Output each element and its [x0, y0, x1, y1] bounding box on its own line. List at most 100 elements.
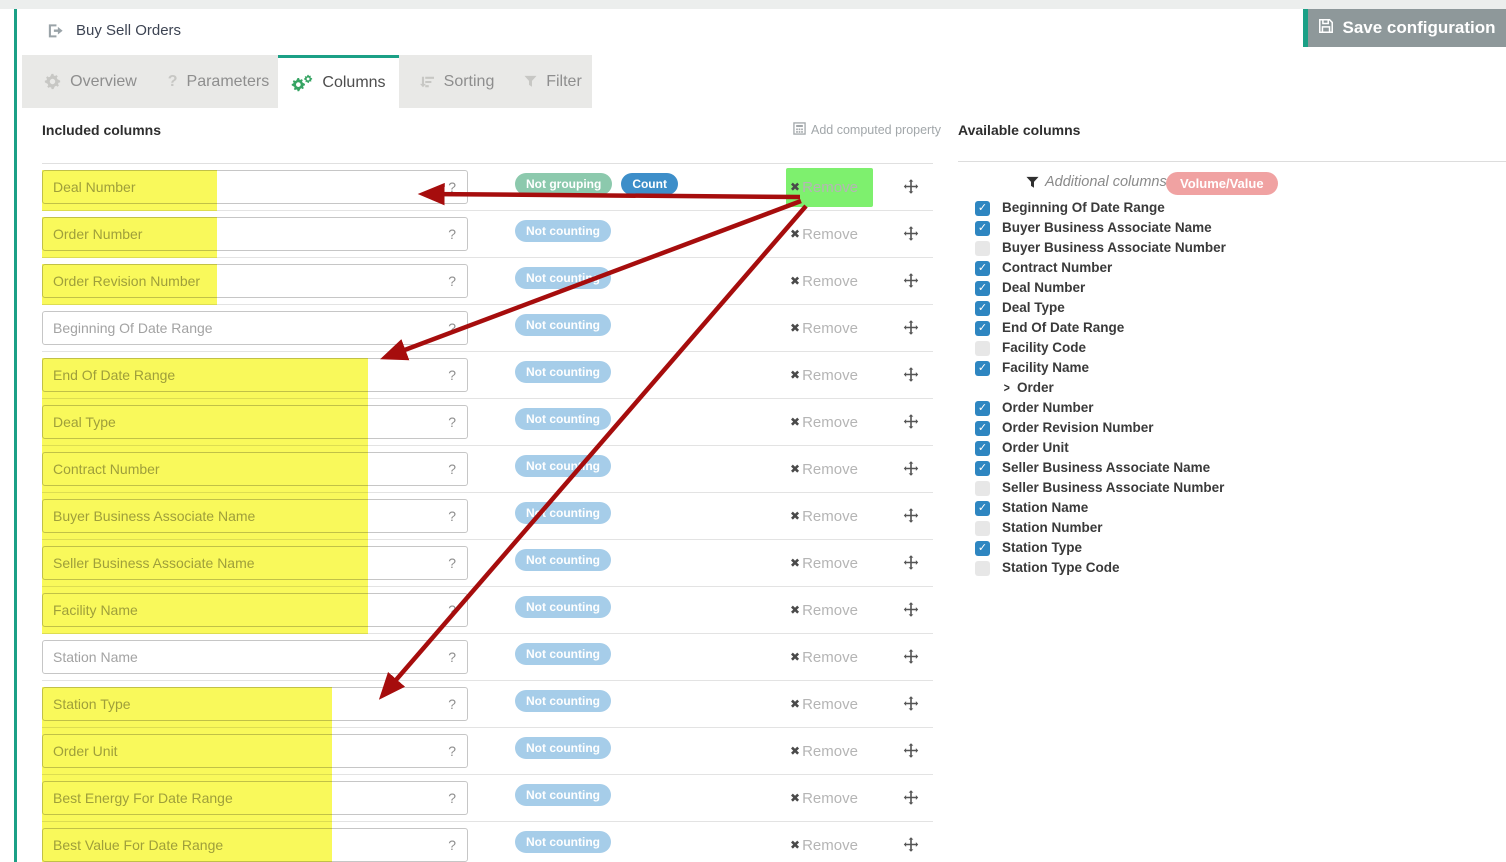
aggregation-badge[interactable]: Not counting [515, 643, 611, 665]
column-name-input[interactable]: Facility Name? [42, 593, 468, 627]
column-name-input[interactable]: Order Unit? [42, 734, 468, 768]
column-name-input[interactable]: Deal Type? [42, 405, 468, 439]
column-name-input[interactable]: Best Energy For Date Range? [42, 781, 468, 815]
column-checkbox[interactable]: ✓ [975, 281, 990, 296]
column-checkbox[interactable]: ✓ [975, 221, 990, 236]
column-checkbox[interactable]: ✓ [975, 361, 990, 376]
column-name-input[interactable]: Station Type? [42, 687, 468, 721]
column-checkbox[interactable]: ✓ [975, 501, 990, 516]
aggregation-badge[interactable]: Not counting [515, 314, 611, 336]
aggregation-badge[interactable]: Not counting [515, 220, 611, 242]
column-checkbox[interactable] [975, 561, 990, 576]
move-handle-icon[interactable] [902, 695, 920, 713]
help-icon[interactable]: ? [448, 696, 456, 712]
aggregation-badge[interactable]: Count [621, 173, 678, 195]
remove-button[interactable]: ✖Remove [790, 734, 858, 768]
remove-button[interactable]: ✖Remove [790, 452, 858, 486]
remove-button[interactable]: ✖Remove [790, 217, 858, 251]
column-name-input[interactable]: Best Value For Date Range? [42, 828, 468, 862]
remove-button[interactable]: ✖Remove [790, 593, 858, 627]
column-name-input[interactable]: Order Number? [42, 217, 468, 251]
move-handle-icon[interactable] [902, 601, 920, 619]
column-name-input[interactable]: Deal Number? [42, 170, 468, 204]
column-checkbox[interactable]: ✓ [975, 541, 990, 556]
volume-value-badge[interactable]: Volume/Value [1166, 172, 1278, 195]
help-icon[interactable]: ? [448, 555, 456, 571]
help-icon[interactable]: ? [448, 414, 456, 430]
column-checkbox[interactable]: ✓ [975, 461, 990, 476]
aggregation-badge[interactable]: Not counting [515, 455, 611, 477]
aggregation-badge[interactable]: Not counting [515, 784, 611, 806]
help-icon[interactable]: ? [448, 367, 456, 383]
column-checkbox[interactable]: ✓ [975, 261, 990, 276]
tab-sorting[interactable]: Sorting [399, 55, 514, 108]
help-icon[interactable]: ? [448, 508, 456, 524]
add-computed-property-button[interactable]: Add computed property [793, 122, 941, 138]
move-handle-icon[interactable] [902, 836, 920, 854]
remove-button[interactable]: ✖Remove [790, 264, 858, 298]
remove-button[interactable]: ✖Remove [790, 546, 858, 580]
aggregation-badge[interactable]: Not counting [515, 690, 611, 712]
column-checkbox[interactable] [975, 481, 990, 496]
move-handle-icon[interactable] [902, 507, 920, 525]
column-checkbox[interactable]: ✓ [975, 441, 990, 456]
column-name-input[interactable]: Seller Business Associate Name? [42, 546, 468, 580]
remove-button[interactable]: ✖Remove [790, 828, 858, 862]
move-handle-icon[interactable] [902, 554, 920, 572]
move-handle-icon[interactable] [902, 178, 920, 196]
aggregation-badge[interactable]: Not grouping [515, 173, 612, 195]
move-handle-icon[interactable] [902, 272, 920, 290]
remove-button[interactable]: ✖Remove [790, 499, 858, 533]
remove-button[interactable]: ✖Remove [790, 170, 858, 204]
help-icon[interactable]: ? [448, 602, 456, 618]
help-icon[interactable]: ? [448, 226, 456, 242]
aggregation-badge[interactable]: Not counting [515, 831, 611, 853]
column-checkbox[interactable]: ✓ [975, 321, 990, 336]
remove-button[interactable]: ✖Remove [790, 687, 858, 721]
move-handle-icon[interactable] [902, 460, 920, 478]
aggregation-badge[interactable]: Not counting [515, 737, 611, 759]
tab-columns[interactable]: Columns [278, 55, 399, 108]
move-handle-icon[interactable] [902, 319, 920, 337]
tab-parameters[interactable]: ?Parameters [159, 55, 278, 108]
help-icon[interactable]: ? [448, 790, 456, 806]
column-checkbox[interactable] [975, 241, 990, 256]
column-name-input[interactable]: Station Name? [42, 640, 468, 674]
move-handle-icon[interactable] [902, 413, 920, 431]
expand-chevron-icon[interactable]: > [1004, 380, 1010, 395]
column-name-input[interactable]: End Of Date Range? [42, 358, 468, 392]
help-icon[interactable]: ? [448, 320, 456, 336]
help-icon[interactable]: ? [448, 649, 456, 665]
tab-filter[interactable]: Filter [514, 55, 592, 108]
column-checkbox[interactable]: ✓ [975, 401, 990, 416]
help-icon[interactable]: ? [448, 179, 456, 195]
tab-overview[interactable]: Overview [22, 55, 159, 108]
move-handle-icon[interactable] [902, 225, 920, 243]
aggregation-badge[interactable]: Not counting [515, 408, 611, 430]
aggregation-badge[interactable]: Not counting [515, 361, 611, 383]
help-icon[interactable]: ? [448, 837, 456, 853]
column-checkbox[interactable]: ✓ [975, 201, 990, 216]
move-handle-icon[interactable] [902, 648, 920, 666]
help-icon[interactable]: ? [448, 273, 456, 289]
column-checkbox[interactable]: ✓ [975, 301, 990, 316]
column-name-input[interactable]: Buyer Business Associate Name? [42, 499, 468, 533]
aggregation-badge[interactable]: Not counting [515, 596, 611, 618]
save-configuration-button[interactable]: Save configuration [1303, 9, 1506, 47]
remove-button[interactable]: ✖Remove [790, 358, 858, 392]
column-name-input[interactable]: Order Revision Number? [42, 264, 468, 298]
help-icon[interactable]: ? [448, 743, 456, 759]
column-checkbox[interactable] [975, 341, 990, 356]
aggregation-badge[interactable]: Not counting [515, 549, 611, 571]
remove-button[interactable]: ✖Remove [790, 405, 858, 439]
remove-button[interactable]: ✖Remove [790, 781, 858, 815]
column-checkbox[interactable]: ✓ [975, 421, 990, 436]
column-name-input[interactable]: Beginning Of Date Range? [42, 311, 468, 345]
move-handle-icon[interactable] [902, 742, 920, 760]
column-name-input[interactable]: Contract Number? [42, 452, 468, 486]
aggregation-badge[interactable]: Not counting [515, 502, 611, 524]
remove-button[interactable]: ✖Remove [790, 311, 858, 345]
help-icon[interactable]: ? [448, 461, 456, 477]
move-handle-icon[interactable] [902, 366, 920, 384]
column-checkbox[interactable] [975, 521, 990, 536]
